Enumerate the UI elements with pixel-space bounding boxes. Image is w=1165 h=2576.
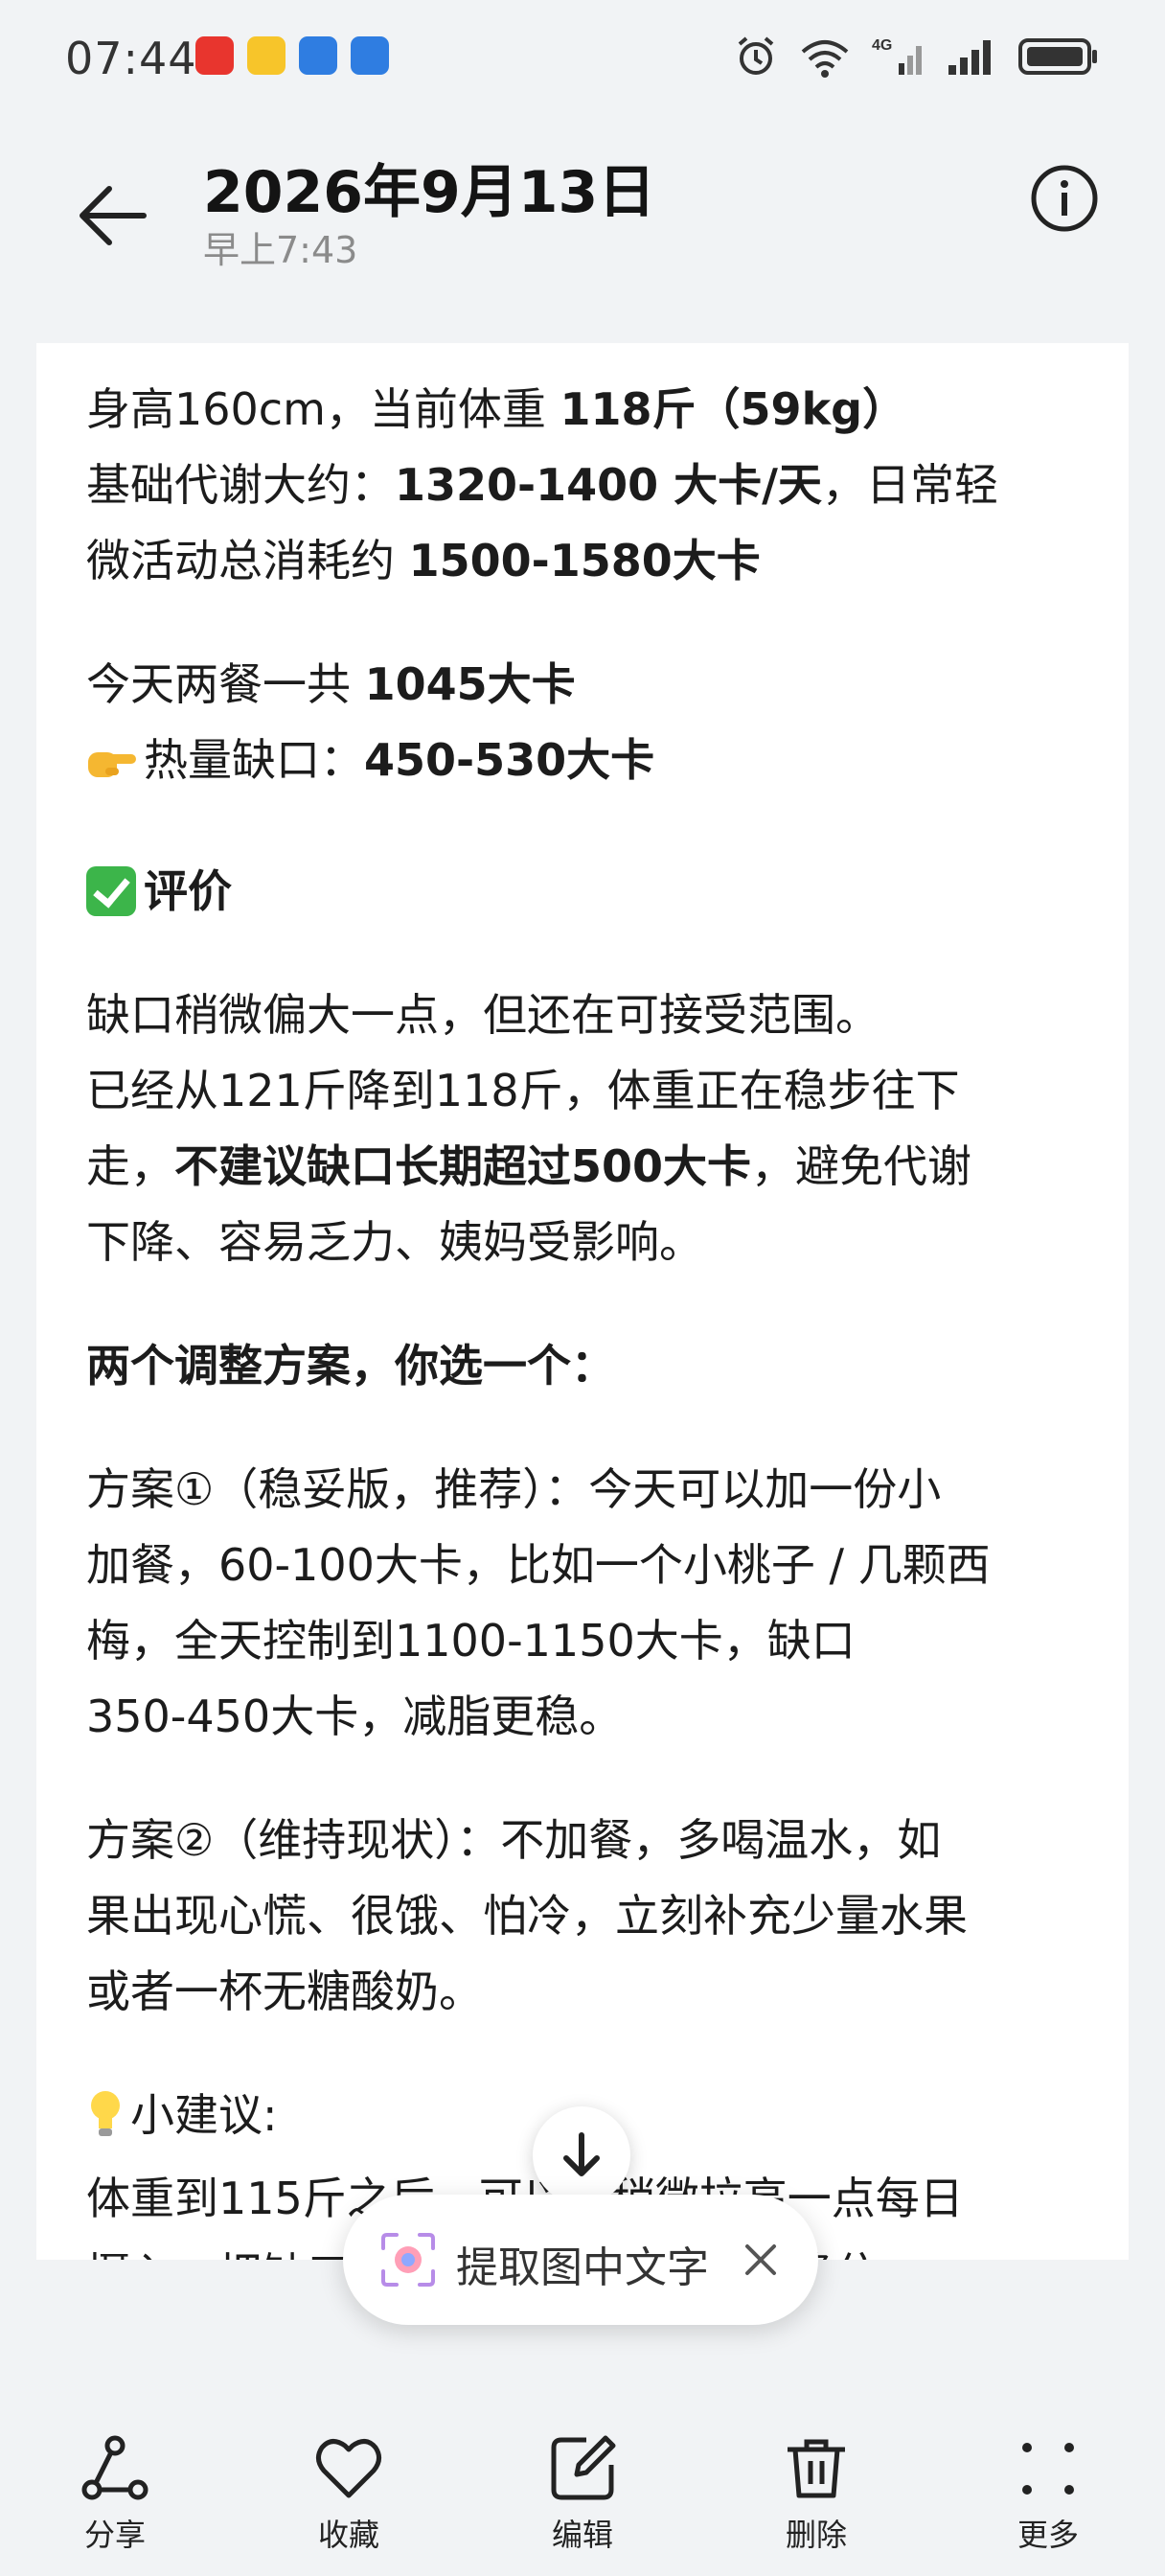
plans-heading: 两个调整方案，你选一个： <box>86 1340 615 1392</box>
scroll-down-button[interactable] <box>533 2106 630 2204</box>
share-icon <box>81 2435 148 2500</box>
favorite-button[interactable]: 收藏 <box>282 2434 416 2555</box>
text-line: 加餐，60-100大卡，比如一个小桃子 / 几颗西 <box>86 1539 991 1591</box>
edit-icon <box>551 2435 616 2500</box>
text-line: 基础代谢大约：1320-1400 大卡/天，日常轻 <box>86 459 998 511</box>
delete-button[interactable]: 删除 <box>749 2434 883 2555</box>
trash-icon <box>788 2439 845 2498</box>
extract-text-label[interactable]: 提取图中文字 <box>456 2233 709 2294</box>
text-line: 350-450大卡，减脂更稳。 <box>86 1690 624 1742</box>
close-icon[interactable] <box>738 2237 784 2283</box>
note-timestamp: 早上7:43 <box>203 229 358 271</box>
status-bar: 07:44 4G <box>0 0 1165 115</box>
share-button[interactable]: 分享 <box>48 2434 182 2555</box>
heart-icon <box>316 2439 381 2498</box>
weather-app-icon <box>351 36 389 75</box>
text-line: 热量缺口：450-530大卡 <box>86 723 1102 806</box>
text-scan-icon <box>381 2233 435 2287</box>
text-line: 下降、容易乏力、姨妈受影响。 <box>86 1216 703 1268</box>
text-line: 走，不建议缺口长期超过500大卡，避免代谢 <box>86 1140 972 1192</box>
more-label: 更多 <box>1017 2517 1079 2553</box>
wifi-icon <box>801 40 849 78</box>
text-line: 微活动总消耗约 1500-1580大卡 <box>86 535 761 586</box>
arrow-left-icon <box>80 186 147 245</box>
text-line: 梅，全天控制到1100-1150大卡，缺口 <box>86 1615 856 1667</box>
info-button[interactable] <box>1029 163 1100 234</box>
note-content-card[interactable]: 身高160cm，当前体重 118斤（59kg） 基础代谢大约：1320-1400… <box>36 343 1129 2260</box>
more-button[interactable]: 更多 <box>981 2434 1115 2555</box>
delete-label: 删除 <box>785 2517 847 2553</box>
alarm-icon <box>738 36 774 75</box>
signal-icon <box>948 40 991 75</box>
share-label: 分享 <box>83 2517 146 2553</box>
system-icons: 4G <box>734 34 1100 79</box>
text-line: 身高160cm，当前体重 118斤（59kg） <box>86 383 907 435</box>
text-line: 已经从121斤降到118斤，体重正在稳步往下 <box>86 1065 960 1116</box>
eval-heading: 评价 <box>86 854 1102 930</box>
note-body: 身高160cm，当前体重 118斤（59kg） 基础代谢大约：1320-1400… <box>86 372 1102 2260</box>
favorite-label: 收藏 <box>317 2517 379 2553</box>
extract-text-pill[interactable]: 提取图中文字 <box>343 2195 818 2325</box>
bottom-toolbar: 分享 收藏 编辑 删除 更多 <box>0 2425 1165 2576</box>
text-line: 今天两餐一共 1045大卡 <box>86 658 576 710</box>
text-line: 或者一杯无糖酸奶。 <box>86 1966 483 2017</box>
note-title: 2026年9月13日 <box>203 159 656 226</box>
news-app-icon <box>195 36 234 75</box>
text-line: 方案①（稳妥版，推荐）：今天可以加一份小 <box>86 1463 942 1515</box>
battery-icon <box>1018 38 1097 75</box>
arrow-down-icon <box>563 2132 600 2176</box>
text-line: 缺口稍微偏大一点，但还在可接受范围。 <box>86 989 879 1041</box>
pointing-hand-icon <box>86 730 138 806</box>
signal-4g-icon: 4G <box>872 37 922 75</box>
svg-text:4G: 4G <box>872 37 892 54</box>
notification-icons <box>195 36 389 75</box>
edit-button[interactable]: 编辑 <box>515 2434 650 2555</box>
note-header: 2026年9月13日 早上7:43 <box>0 115 1165 343</box>
back-button[interactable] <box>75 172 151 259</box>
light-bulb-icon <box>86 2085 125 2161</box>
weibo-app-icon <box>247 36 286 75</box>
more-icon <box>1022 2443 1074 2495</box>
status-time: 07:44 <box>65 33 197 84</box>
text-line: 方案②（维持现状）：不加餐，多喝温水，如 <box>86 1814 942 1866</box>
check-mark-icon <box>86 866 136 916</box>
edit-label: 编辑 <box>551 2517 613 2553</box>
info-icon <box>1031 165 1098 232</box>
bulb-app-icon <box>299 36 337 75</box>
text-line: 果出现心慌、很饿、怕冷，立刻补充少量水果 <box>86 1890 968 1942</box>
